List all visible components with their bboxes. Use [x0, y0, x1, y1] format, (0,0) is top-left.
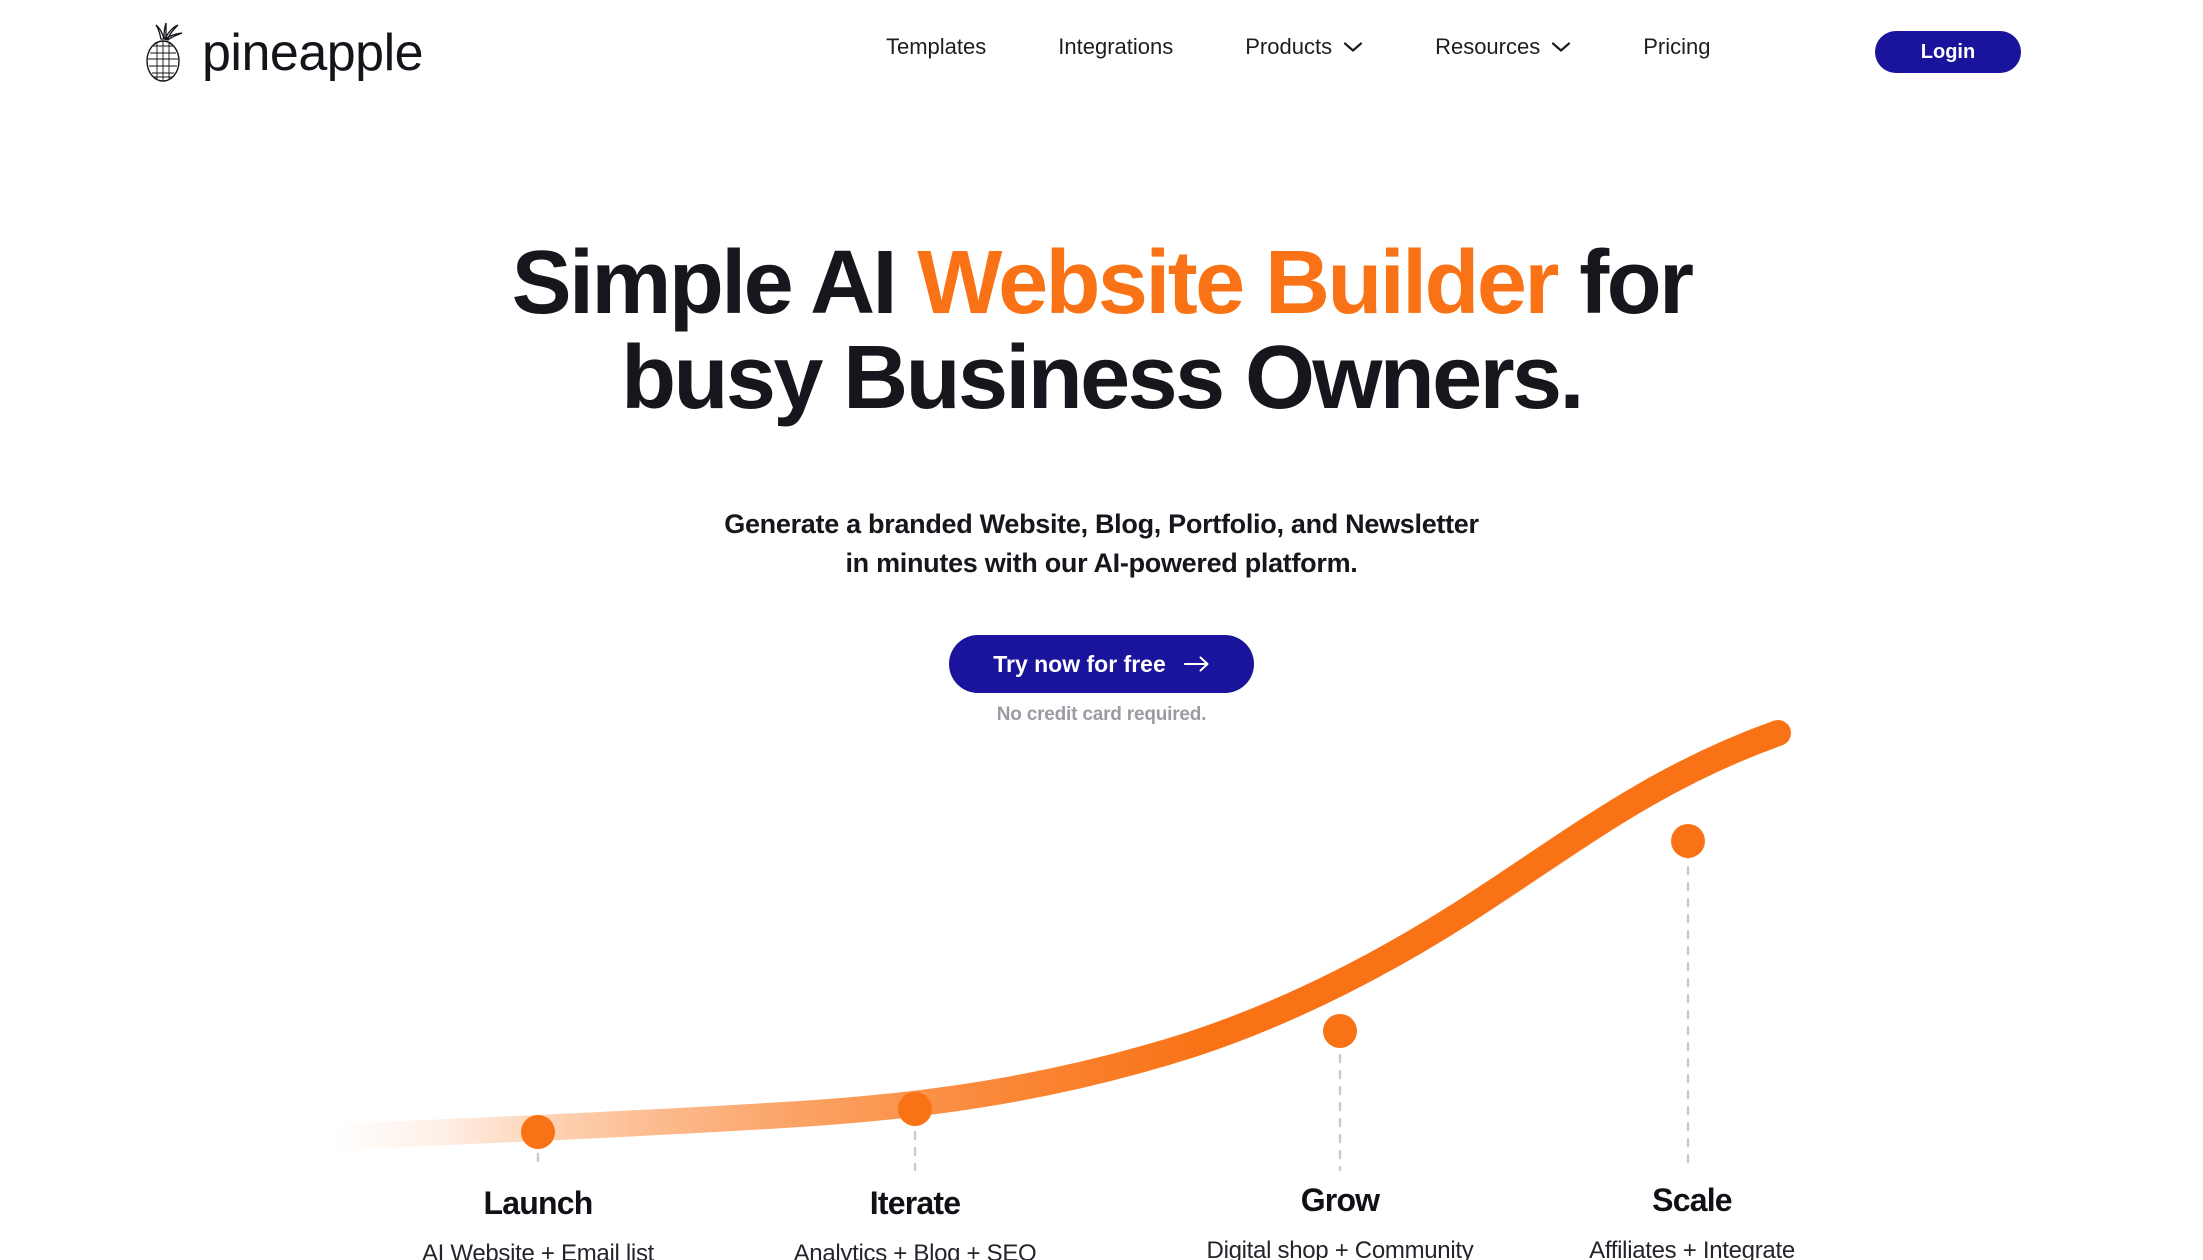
- page-title: Simple AI Website Builder for busy Busin…: [0, 236, 2203, 425]
- nav-label: Templates: [886, 34, 987, 59]
- headline-line-2: busy Business Owners.: [621, 327, 1584, 428]
- stage-title: Iterate: [869, 1185, 961, 1221]
- stage-title: Launch: [483, 1185, 594, 1221]
- chevron-down-icon: [1343, 41, 1363, 53]
- nav-item-templates[interactable]: Templates: [886, 36, 986, 58]
- nav-item-resources[interactable]: Resources: [1435, 36, 1571, 58]
- primary-nav: Templates Integrations Products Resource…: [886, 36, 1710, 58]
- headline-text-after: for: [1556, 233, 1694, 333]
- try-now-for-free-button[interactable]: Try now for free: [949, 635, 1254, 693]
- stage-iterate: Iterate Analytics + Blog + SEO: [793, 1185, 1037, 1260]
- arrow-right-icon: [1183, 655, 1210, 673]
- nav-item-pricing[interactable]: Pricing: [1643, 36, 1710, 58]
- stage-description: AI Website + Email list: [421, 1240, 655, 1260]
- nav-label: Products: [1245, 34, 1333, 59]
- headline-line-1: Simple AI Website Builder for: [511, 233, 1694, 333]
- brand-wordmark: pineapple: [202, 24, 424, 82]
- cta-label: Try now for free: [993, 650, 1166, 677]
- nav-label: Integrations: [1058, 34, 1174, 59]
- top-navigation-bar: pineapple Templates Integrations Product…: [0, 0, 2203, 108]
- brand-logo-link[interactable]: pineapple: [138, 22, 424, 84]
- pineapple-icon: [138, 22, 190, 84]
- stage-launch: Launch AI Website + Email list: [421, 1185, 655, 1260]
- stage-grow: Grow Digital shop + Community: [1206, 1182, 1474, 1260]
- nav-label: Pricing: [1643, 34, 1711, 59]
- nav-item-integrations[interactable]: Integrations: [1058, 36, 1173, 58]
- stage-description: Analytics + Blog + SEO: [793, 1240, 1037, 1260]
- subhead-line-1: Generate a branded Website, Blog, Portfo…: [724, 509, 1479, 539]
- subhead-line-2: in minutes with our AI-powered platform.: [845, 548, 1358, 579]
- login-button[interactable]: Login: [1875, 31, 2021, 73]
- growth-curve-chart: Launch AI Website + Email list Iterate A…: [0, 690, 2203, 1260]
- stage-description: Digital shop + Community: [1206, 1237, 1474, 1260]
- stage-title: Scale: [1652, 1182, 1732, 1218]
- chevron-down-icon: [1551, 41, 1571, 53]
- stage-description: Affiliates + Integrate: [1589, 1237, 1795, 1260]
- headline-accent-text: Website Builder: [917, 233, 1559, 333]
- headline-text-before: Simple AI: [511, 233, 918, 333]
- stage-scale: Scale Affiliates + Integrate: [1589, 1182, 1795, 1260]
- hero-subheading: Generate a branded Website, Blog, Portfo…: [0, 505, 2203, 584]
- nav-item-products[interactable]: Products: [1245, 36, 1363, 58]
- stage-label-group: Launch AI Website + Email list Iterate A…: [0, 690, 2203, 1260]
- stage-title: Grow: [1300, 1182, 1380, 1218]
- nav-label: Resources: [1435, 34, 1541, 59]
